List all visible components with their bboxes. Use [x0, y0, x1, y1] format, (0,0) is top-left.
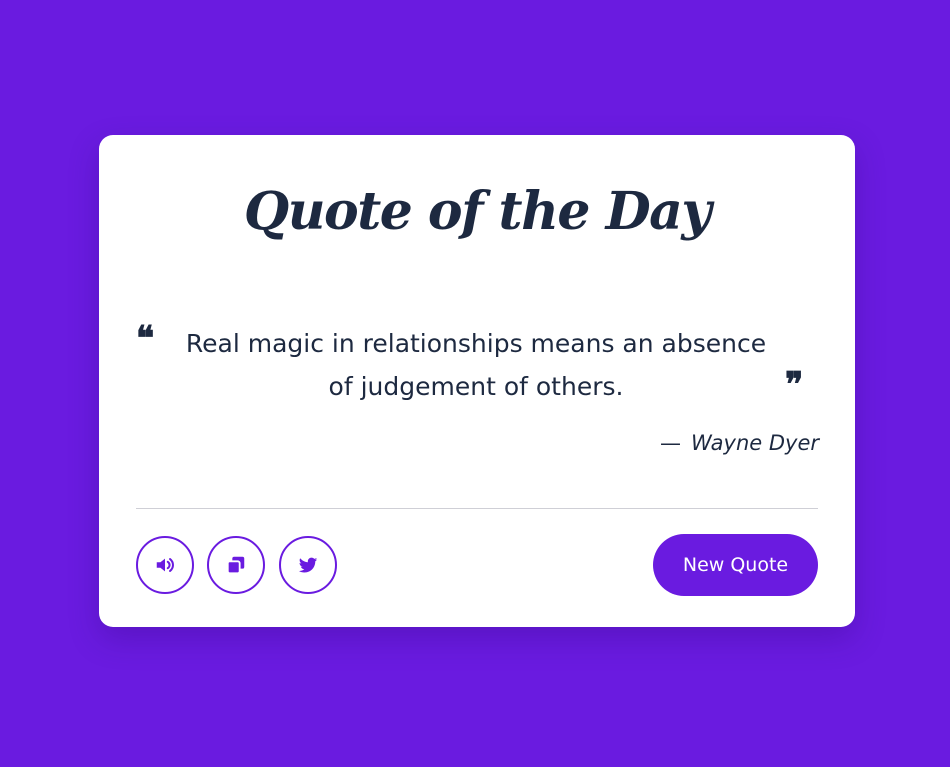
author-dash: — [660, 431, 682, 455]
quote-left-icon: ❝ [136, 319, 155, 359]
copy-button[interactable] [207, 536, 265, 594]
divider [136, 508, 818, 509]
twitter-button[interactable] [279, 536, 337, 594]
author-name: Wayne Dyer [691, 431, 819, 455]
author-line: — Wayne Dyer [660, 431, 819, 455]
quote-card: Quote of the Day ❝ Real magic in relatio… [99, 135, 855, 627]
quote-text: Real magic in relationships means an abs… [185, 329, 767, 401]
card-title: Quote of the Day [243, 181, 712, 242]
speak-button[interactable] [136, 536, 194, 594]
quote-right-icon: ❞ [785, 365, 804, 405]
copy-icon [225, 554, 247, 576]
twitter-icon [297, 554, 319, 576]
quote-area: ❝ Real magic in relationships means an a… [136, 318, 819, 408]
new-quote-button[interactable]: New Quote [653, 534, 818, 596]
volume-icon [154, 554, 176, 576]
